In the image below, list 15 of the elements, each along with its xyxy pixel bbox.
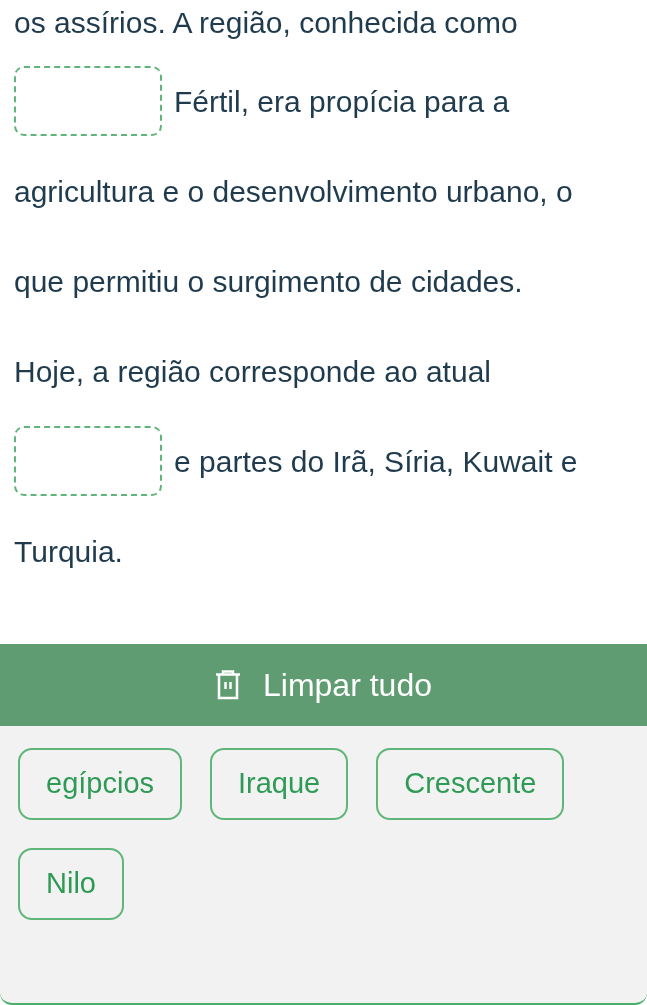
passage-text: Fértil, era propícia para a (174, 83, 510, 120)
word-chip[interactable]: Iraque (210, 748, 349, 820)
passage-text: Hoje, a região corresponde ao atual (14, 353, 491, 390)
trash-icon (215, 670, 241, 700)
passage-text: e partes do Irã, Síria, Kuwait e (174, 443, 578, 480)
passage-text: que permitiu o surgimento de cidades. (14, 263, 523, 300)
passage-text: os assírios. A região, conhecida como (14, 5, 518, 41)
word-chip[interactable]: Nilo (18, 848, 124, 920)
passage-text: agricultura e o desenvolvimento urbano, o (14, 173, 573, 210)
answer-blank[interactable] (14, 426, 162, 496)
word-chip[interactable]: egípcios (18, 748, 182, 820)
answer-blank[interactable] (14, 66, 162, 136)
word-chip[interactable]: Crescente (376, 748, 565, 820)
passage-text: Turquia. (14, 533, 123, 570)
clear-all-button[interactable]: Limpar tudo (0, 644, 647, 726)
